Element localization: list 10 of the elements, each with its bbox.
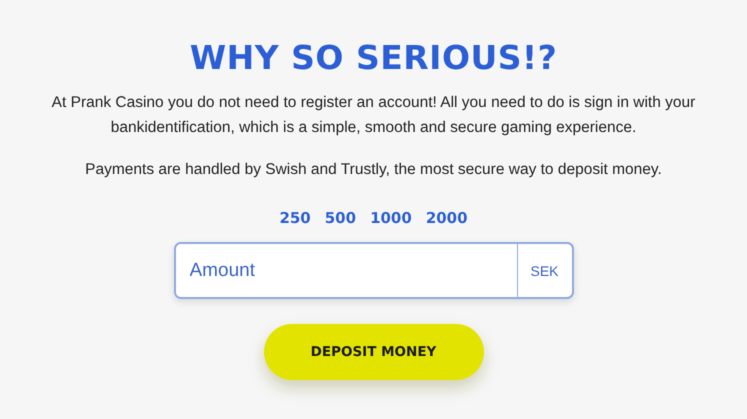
quick-amount-link[interactable]: 1000 bbox=[370, 209, 412, 227]
currency-label: SEK bbox=[516, 244, 572, 297]
quick-amount-link[interactable]: 500 bbox=[324, 209, 356, 227]
payment-paragraph: Payments are handled by Swish and Trustly, the most secure way to deposit money. bbox=[84, 160, 663, 180]
quick-amount-link[interactable]: 2000 bbox=[426, 209, 468, 227]
amount-field[interactable]: Amount SEK bbox=[174, 242, 574, 299]
intro-paragraph: At Prank Casino you do not need to register an account! All you need to do is sign in with your bankidentification, which is a simple, smooth and secure gaming experience. bbox=[50, 93, 696, 138]
quick-amount-link[interactable]: 250 bbox=[279, 209, 311, 227]
headline: WHY SO SERIOUS!? bbox=[190, 38, 558, 77]
deposit-button[interactable]: DEPOSIT MONEY bbox=[264, 324, 484, 380]
